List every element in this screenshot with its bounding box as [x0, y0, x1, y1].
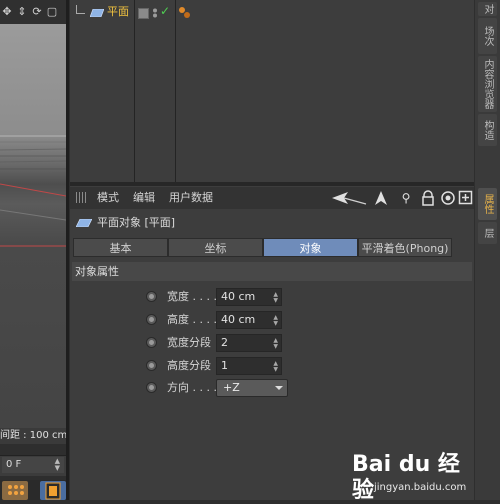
watermark-logo: Bai du 经验 [352, 452, 460, 503]
param-row-orientation: 方向 . . . . +Z [70, 378, 474, 398]
param-value: +Z [223, 381, 240, 394]
attribute-title: 平面对象 [平面] [97, 216, 176, 229]
viewport-grid-spacing: 间距 : 100 cm [0, 428, 66, 444]
param-value: 2 [221, 336, 228, 349]
param-value: 40 cm [221, 290, 256, 303]
side-tab-takes[interactable]: 场次 [478, 18, 497, 54]
spinner-arrows-icon[interactable]: ▲ ▼ [55, 458, 60, 472]
animate-radio[interactable] [146, 291, 157, 302]
object-manager[interactable] [70, 0, 474, 182]
param-label: 方向 . . . . [167, 381, 217, 394]
plane-icon [76, 219, 92, 227]
spinner-arrows-icon[interactable]: ▲ ▼ [273, 338, 278, 350]
param-label: 高度 . . . . [167, 313, 217, 326]
param-row-width-segments: 宽度分段 2 ▲ ▼ [70, 333, 474, 353]
side-tab-content-browser[interactable]: 内容浏览器 [478, 56, 497, 112]
section-header[interactable]: 对象属性 [72, 262, 472, 281]
rotate-icon[interactable]: ⟳ [31, 6, 43, 18]
search-icon[interactable]: ⚲ [399, 190, 413, 206]
param-value: 40 cm [221, 313, 256, 326]
watermark-url: jingyan.baidu.com [374, 482, 467, 493]
param-row-width: 宽度 . . . . 40 cm ▲ ▼ [70, 287, 474, 307]
panel-divider[interactable] [66, 0, 69, 500]
tab-coordinates[interactable]: 坐标 [168, 238, 263, 257]
new-window-icon[interactable] [458, 190, 473, 206]
param-label: 高度分段 [167, 359, 211, 372]
frame-value: 0 F [6, 459, 22, 470]
visibility-dots-icon[interactable] [152, 8, 160, 18]
width-field[interactable]: 40 cm ▲ ▼ [216, 288, 282, 306]
animate-radio[interactable] [146, 360, 157, 371]
animate-radio[interactable] [146, 337, 157, 348]
render-settings-button[interactable] [2, 481, 28, 500]
tab-phong[interactable]: 平滑着色(Phong) [358, 238, 452, 257]
up-arrow-icon[interactable] [374, 190, 388, 206]
baidu-watermark: Bai du 经验 jingyan.baidu.com [352, 452, 476, 503]
back-arrow-icon[interactable] [330, 190, 368, 206]
chevron-down-icon [275, 386, 283, 390]
animate-radio[interactable] [146, 314, 157, 325]
param-row-height-segments: 高度分段 1 ▲ ▼ [70, 356, 474, 376]
object-name[interactable]: 平面 [107, 5, 129, 19]
plane-icon [90, 9, 104, 17]
param-value: 1 [221, 359, 228, 372]
enabled-check-icon[interactable]: ✓ [160, 4, 170, 18]
side-tab-structure[interactable]: 构造 [478, 114, 497, 146]
menu-edit[interactable]: 编辑 [133, 190, 155, 206]
film-icon [45, 482, 61, 500]
column-divider [175, 0, 176, 182]
column-divider [134, 0, 135, 182]
spinner-arrows-icon[interactable]: ▲ ▼ [273, 315, 278, 327]
side-tab-layers[interactable]: 层 [478, 222, 497, 244]
lock-icon[interactable] [421, 190, 435, 206]
param-row-height: 高度 . . . . 40 cm ▲ ▼ [70, 310, 474, 330]
menu-mode[interactable]: 模式 [97, 190, 119, 206]
param-label: 宽度分段 [167, 336, 211, 349]
tab-object[interactable]: 对象 [263, 238, 358, 257]
side-tab-attributes[interactable]: 属性 [478, 188, 497, 220]
orientation-select[interactable]: +Z [216, 379, 288, 397]
spinner-arrows-icon[interactable]: ▲ ▼ [273, 361, 278, 373]
target-icon[interactable] [440, 190, 456, 206]
dots-icon [8, 485, 24, 495]
viewport-grid-lines [0, 135, 66, 247]
object-row[interactable] [72, 3, 472, 23]
film-button[interactable] [40, 481, 66, 500]
material-tag-icon[interactable] [178, 6, 192, 20]
updown-icon[interactable]: ⇕ [16, 6, 28, 18]
spinner-arrows-icon[interactable]: ▲ ▼ [273, 292, 278, 304]
layer-icon[interactable] [138, 8, 149, 19]
frame-field[interactable]: 0 F ▲ ▼ [2, 457, 64, 473]
viewport-toolbar: ✥ ⇕ ⟳ ▢ [0, 0, 66, 24]
height-segments-field[interactable]: 1 ▲ ▼ [216, 357, 282, 375]
height-field[interactable]: 40 cm ▲ ▼ [216, 311, 282, 329]
tab-basic[interactable]: 基本 [73, 238, 168, 257]
attribute-menubar [70, 187, 474, 209]
tree-branch-icon [76, 5, 85, 14]
move-icon[interactable]: ✥ [1, 6, 13, 18]
viewport-panel[interactable]: ✥ ⇕ ⟳ ▢ [0, 0, 66, 428]
animate-radio[interactable] [146, 382, 157, 393]
render-icon[interactable]: ▢ [46, 6, 58, 18]
width-segments-field[interactable]: 2 ▲ ▼ [216, 334, 282, 352]
side-tab-objects[interactable]: 对象 [478, 2, 497, 16]
grip-handle-icon[interactable] [76, 192, 88, 203]
param-label: 宽度 . . . . [167, 290, 217, 303]
menu-user-data[interactable]: 用户数据 [169, 190, 213, 206]
